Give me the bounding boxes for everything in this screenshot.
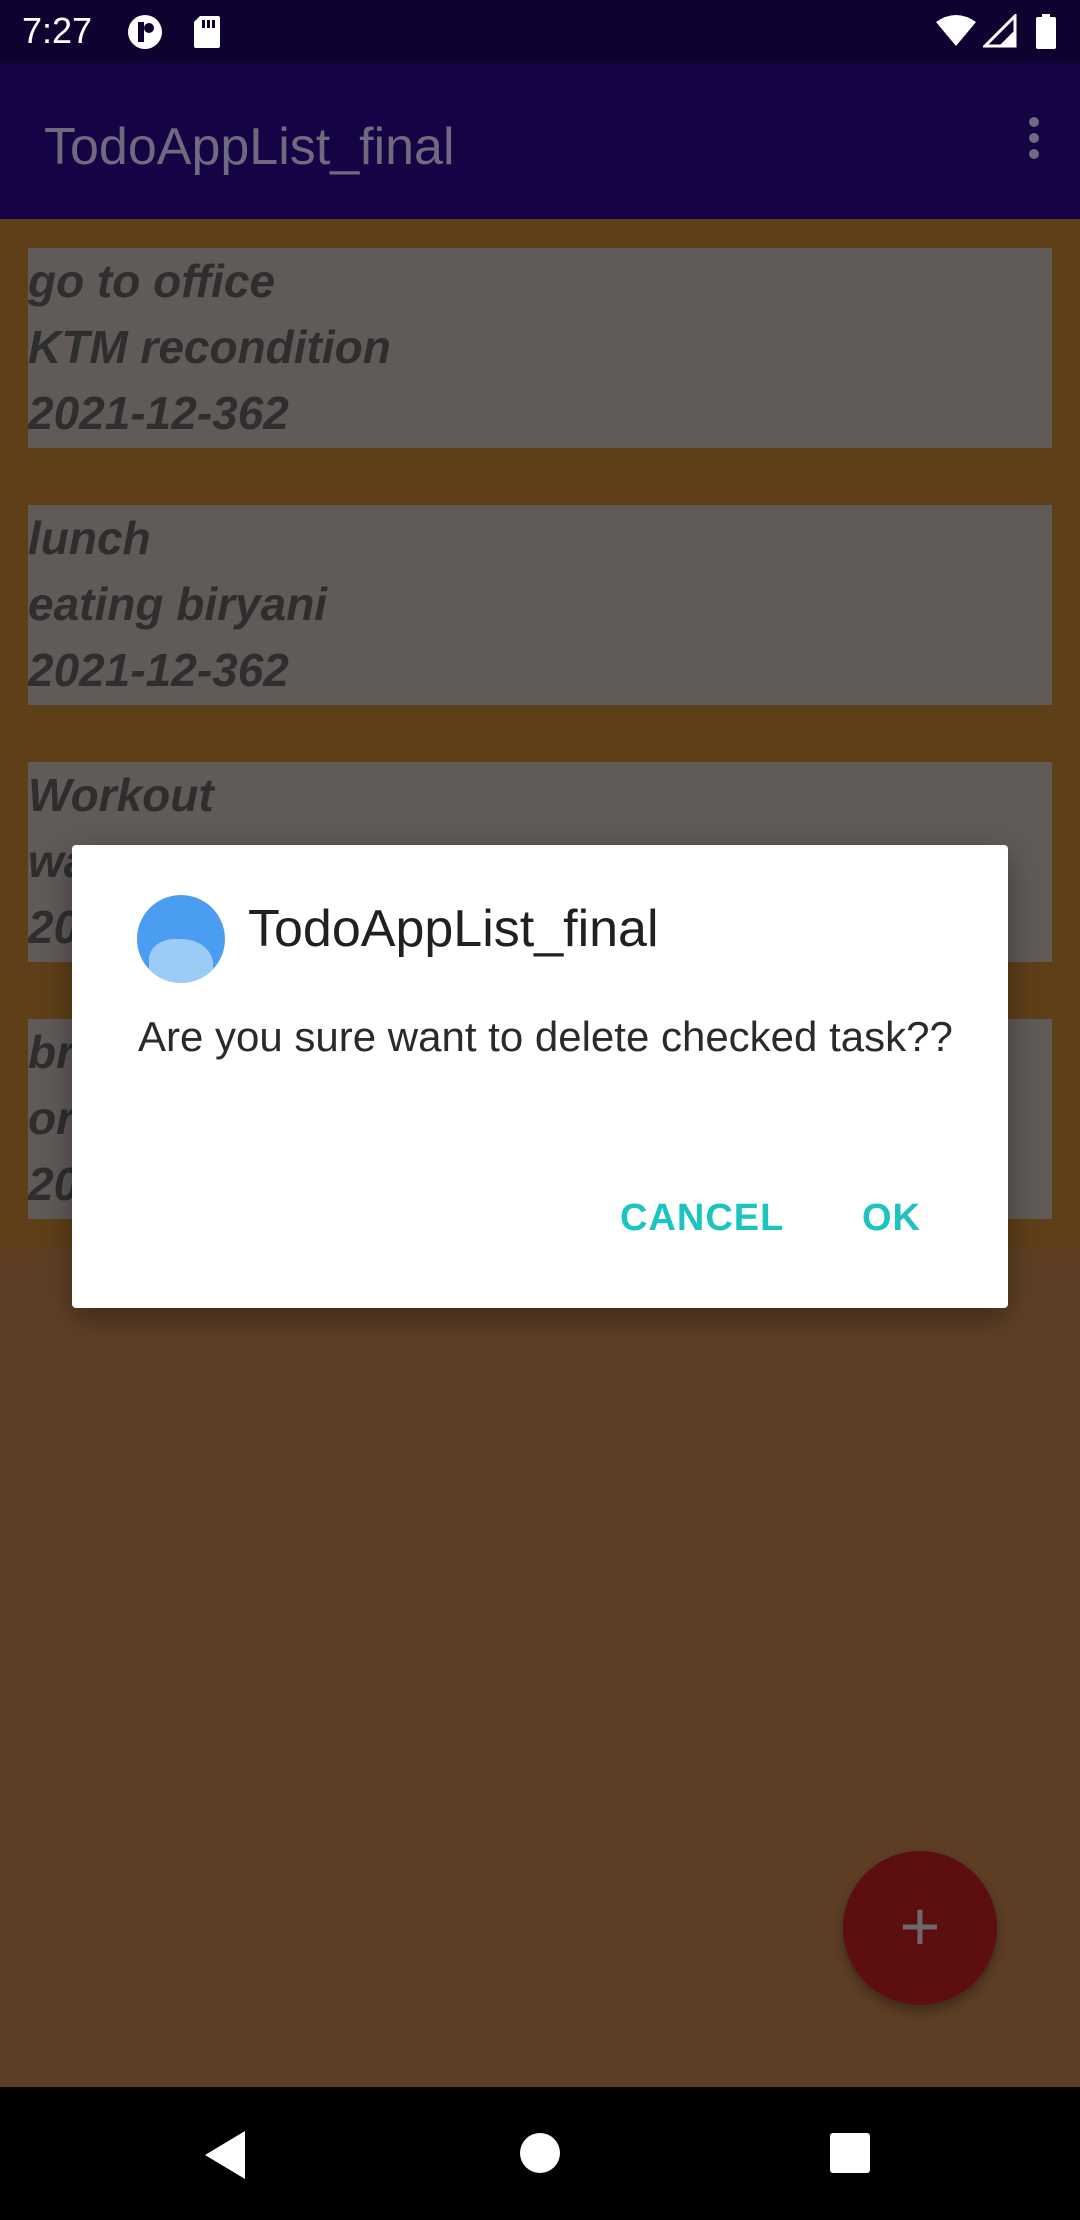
back-icon[interactable]	[205, 2131, 245, 2179]
task-date: 2021-12-362	[28, 387, 289, 439]
task-date: 2021-12-362	[28, 644, 289, 696]
dialog-title: TodoAppList_final	[248, 900, 659, 958]
notification-app-icon	[125, 14, 165, 55]
task-title: Workout	[28, 769, 214, 821]
task-card[interactable]: lunch eating biryani 2021-12-362	[28, 505, 1052, 705]
task-title: lunch	[28, 512, 151, 564]
dialog-message: Are you sure want to delete checked task…	[138, 1013, 953, 1060]
wifi-icon	[935, 14, 977, 53]
battery-icon	[1035, 14, 1057, 55]
more-vert-icon[interactable]	[1014, 111, 1054, 171]
task-description: KTM recondition	[28, 321, 391, 373]
status-bar: 7:27	[0, 0, 1080, 63]
task-card[interactable]: go to office KTM recondition 2021-12-362	[28, 248, 1052, 448]
app-icon	[137, 895, 225, 983]
add-task-button[interactable]: +	[843, 1851, 997, 2005]
task-title: go to office	[28, 255, 276, 307]
app-bar: TodoAppList_final	[0, 63, 1080, 219]
recents-icon[interactable]	[830, 2133, 870, 2173]
home-icon[interactable]	[520, 2133, 560, 2173]
ok-button[interactable]: OK	[862, 1197, 921, 1240]
delete-confirm-dialog: TodoAppList_final Are you sure want to d…	[72, 845, 1008, 1308]
task-description: eating biryani	[28, 578, 328, 630]
status-time: 7:27	[22, 10, 93, 51]
cellular-signal-icon	[981, 12, 1017, 53]
plus-icon: +	[899, 1887, 941, 1965]
sd-card-icon	[192, 14, 222, 55]
app-title: TodoAppList_final	[44, 118, 455, 176]
navigation-bar	[0, 2087, 1080, 2220]
cancel-button[interactable]: CANCEL	[620, 1197, 784, 1240]
